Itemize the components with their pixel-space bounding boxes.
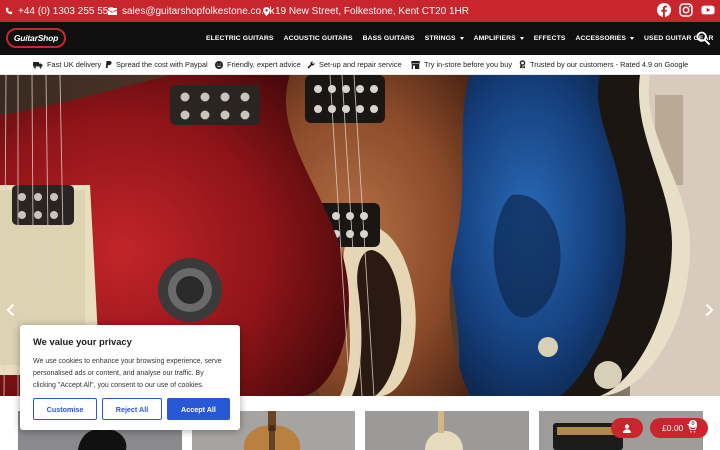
cookie-buttons: Customise Reject All Accept All	[33, 398, 230, 420]
logo-text: GuitarShop	[13, 33, 59, 43]
usp-item: Friendly, expert advice	[215, 60, 301, 69]
category-tile-bass[interactable]	[365, 411, 529, 450]
chevron-right-icon	[705, 303, 714, 317]
store-icon	[411, 60, 420, 69]
nav-amplifiers[interactable]: AMPLIFIERS	[474, 35, 524, 42]
nav-label: ACCESSORIES	[575, 35, 627, 42]
nav-label: BASS GUITARS	[362, 35, 415, 42]
paypal-icon	[105, 60, 112, 68]
smile-icon	[215, 60, 223, 69]
email-address: sales@guitarshopfolkestone.co.uk	[122, 5, 275, 17]
nav-effects[interactable]: EFFECTS	[534, 35, 566, 42]
nav-label: AMPLIFIERS	[473, 35, 516, 42]
site-logo[interactable]: GuitarShop	[6, 28, 66, 48]
usp-item: Fast UK delivery	[33, 60, 101, 69]
cookie-message: We use cookies to enhance your browsing …	[33, 358, 222, 389]
usp-label: Fast UK delivery	[47, 60, 102, 69]
hero-prev-arrow[interactable]	[5, 303, 17, 317]
nav-bass-guitars[interactable]: BASS GUITARS	[363, 35, 415, 42]
nav-label: ELECTRIC GUITARS	[206, 35, 274, 42]
phone-number: +44 (0) 1303 255 558	[18, 5, 114, 17]
usp-label: Try in-store before you buy	[424, 60, 513, 69]
nav-label: EFFECTS	[533, 35, 566, 42]
cookie-consent-dialog: We value your privacy We use cookies to …	[20, 325, 240, 430]
instagram-icon[interactable]	[679, 3, 693, 17]
reject-all-button[interactable]: Reject All	[102, 398, 162, 420]
nav-accessories[interactable]: ACCESSORIES	[575, 35, 635, 42]
chevron-left-icon	[6, 303, 15, 317]
truck-icon	[33, 61, 43, 68]
address-link[interactable]: 19 New Street, Folkestone, Kent CT20 1HR	[263, 6, 469, 17]
cookie-title: We value your privacy	[33, 336, 132, 347]
top-contact-bar: +44 (0) 1303 255 558 sales@guitarshopfol…	[0, 0, 720, 22]
account-button[interactable]	[611, 418, 643, 438]
award-icon	[519, 60, 526, 69]
nav-label: STRINGS	[424, 35, 456, 42]
main-nav: ELECTRIC GUITARS ACOUSTIC GUITARS BASS G…	[206, 22, 714, 55]
accept-all-button[interactable]: Accept All	[167, 398, 230, 420]
user-icon	[623, 423, 631, 433]
nav-strings[interactable]: STRINGS	[425, 35, 464, 42]
chevron-down-icon	[630, 37, 635, 40]
store-address: 19 New Street, Folkestone, Kent CT20 1HR	[275, 5, 469, 17]
customise-button[interactable]: Customise	[33, 398, 97, 420]
usp-label: Friendly, expert advice	[227, 60, 301, 69]
facebook-icon[interactable]	[657, 3, 671, 17]
nav-acoustic-guitars[interactable]: ACOUSTIC GUITARS	[284, 35, 353, 42]
hero-next-arrow[interactable]	[703, 303, 715, 317]
email-link[interactable]: sales@guitarshopfolkestone.co.uk	[108, 6, 274, 17]
usp-label: Set-up and repair service	[319, 60, 402, 69]
social-links	[657, 3, 715, 17]
usp-label: Trusted by our customers - Rated 4.9 on …	[530, 60, 689, 69]
phone-link[interactable]: +44 (0) 1303 255 558	[5, 6, 114, 17]
youtube-icon[interactable]	[701, 3, 715, 17]
usp-item: Spread the cost with Paypal	[105, 60, 208, 69]
main-navbar: GuitarShop ELECTRIC GUITARS ACOUSTIC GUI…	[0, 22, 720, 55]
bass-guitar-image	[365, 411, 529, 450]
nav-label: ACOUSTIC GUITARS	[283, 35, 353, 42]
usp-item: Try in-store before you buy	[411, 60, 512, 69]
cart-count-badge: 0	[689, 420, 697, 428]
usp-item: Trusted by our customers - Rated 4.9 on …	[519, 60, 688, 69]
usp-label: Spread the cost with Paypal	[116, 60, 208, 69]
usp-item: Set-up and repair service	[307, 60, 402, 69]
search-icon	[696, 31, 710, 45]
search-button[interactable]	[696, 31, 710, 45]
map-pin-icon	[263, 6, 270, 16]
nav-electric-guitars[interactable]: ELECTRIC GUITARS	[206, 35, 274, 42]
chevron-down-icon	[459, 37, 464, 40]
phone-icon	[5, 7, 13, 15]
chevron-down-icon	[519, 37, 524, 40]
cart-button[interactable]: £0.00	[650, 418, 708, 438]
envelope-icon	[108, 7, 117, 15]
cart-total: £0.00	[662, 423, 684, 433]
usp-strip: Fast UK delivery Spread the cost with Pa…	[0, 55, 720, 75]
wrench-icon	[307, 61, 315, 69]
